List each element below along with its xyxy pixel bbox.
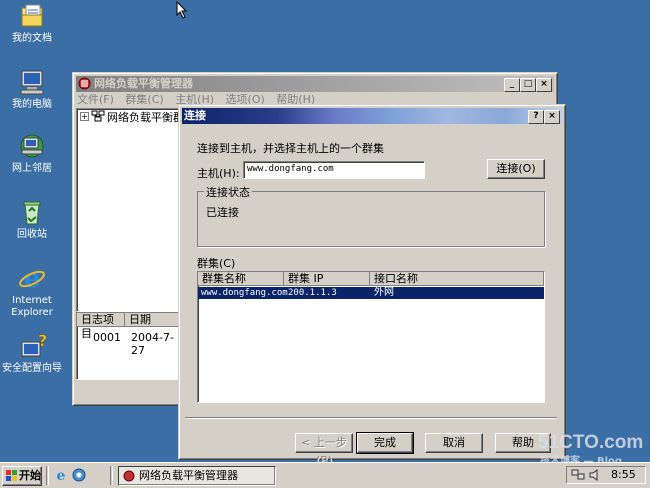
cell-interface-name: 外网: [374, 287, 394, 298]
expand-icon[interactable]: +: [80, 112, 89, 121]
clock[interactable]: 8:55: [611, 468, 636, 481]
host-field-value: www.dongfang.com: [247, 164, 334, 174]
app-icon: [78, 77, 91, 90]
watermark-line1: 51CTO.com: [538, 432, 644, 453]
log-item: 0001: [93, 331, 121, 344]
my-computer-icon: [18, 68, 46, 96]
svg-text:e: e: [24, 264, 41, 292]
desktop-icon-ie[interactable]: e Internet Explorer: [0, 264, 64, 319]
log-list[interactable]: 日志项目 日期 0001 2004-7-27: [76, 312, 180, 380]
connect-dialog[interactable]: 连接 ? × 连接到主机，并选择主机上的一个群集 主机(H): www.dong…: [178, 104, 566, 467]
windows-logo-icon: [6, 470, 18, 488]
security-wizard-icon: ?: [18, 331, 48, 360]
log-date: 2004-7-27: [131, 331, 174, 357]
minimize-button[interactable]: _: [504, 78, 520, 92]
desktop-icon-label: 网上邻居: [12, 163, 52, 174]
cluster-tree[interactable]: + 网络负载平衡群: [76, 108, 184, 312]
table-row[interactable]: www.dongfang.com 200.1.1.3 外网: [198, 287, 544, 299]
task-label: 网络负载平衡管理器: [139, 469, 238, 482]
menu-cluster[interactable]: 群集(C): [125, 93, 163, 106]
recycle-bin-icon: [18, 198, 46, 226]
connect-button[interactable]: 连接(O): [487, 159, 545, 179]
desktop-icon-label: Internet: [12, 295, 52, 306]
dialog-title: 连接: [184, 109, 206, 122]
clusters-label: 群集(C): [197, 257, 236, 270]
network-places-icon: [18, 132, 46, 160]
taskbar-task-nlb-manager[interactable]: 网络负载平衡管理器: [118, 466, 276, 486]
dialog-titlebar[interactable]: 连接 ? ×: [182, 108, 562, 124]
dialog-close-button[interactable]: ×: [544, 110, 560, 124]
taskbar: 开始 e 网络负载平衡管理器 8:55: [0, 462, 650, 488]
desktop-icon-label: 我的电脑: [12, 99, 52, 110]
desktop-icon-label: 回收站: [17, 229, 47, 240]
status-group-label: 连接状态: [204, 184, 252, 200]
column-cluster-ip[interactable]: 群集 IP: [284, 272, 370, 286]
host-label: 主机(H):: [197, 167, 240, 180]
svg-text:?: ?: [38, 332, 46, 350]
quicklaunch-explorer-icon[interactable]: [72, 468, 86, 485]
tray-speaker-icon[interactable]: [589, 469, 601, 484]
column-cluster-name[interactable]: 群集名称: [198, 272, 284, 286]
close-button[interactable]: ×: [536, 78, 552, 92]
desktop-icon-network[interactable]: 网上邻居: [0, 132, 64, 175]
system-tray: 8:55: [566, 466, 646, 484]
tree-node-label[interactable]: 网络负载平衡群: [107, 109, 184, 125]
desktop-icon-security-wizard[interactable]: ? 安全配置向导: [0, 331, 64, 375]
maximize-button[interactable]: □: [520, 78, 536, 92]
taskbar-separator: [110, 466, 113, 485]
my-documents-icon: [18, 2, 46, 30]
back-button[interactable]: < 上一步(B): [295, 433, 353, 467]
desktop-icon-recycle-bin[interactable]: 回收站: [0, 198, 64, 241]
log-col-item[interactable]: 日志项目: [77, 313, 125, 340]
desktop-icon-label: 安全配置向导: [2, 363, 62, 374]
taskbar-separator: [46, 466, 49, 485]
host-field[interactable]: www.dongfang.com: [243, 161, 425, 179]
svg-text:e: e: [57, 468, 66, 482]
manager-title: 网络负载平衡管理器: [94, 77, 193, 90]
log-col-date[interactable]: 日期: [125, 313, 179, 327]
ie-icon: e: [18, 264, 46, 294]
cancel-button[interactable]: 取消: [425, 433, 483, 453]
desktop-icon-label: 我的文档: [12, 33, 52, 44]
tray-network-icon[interactable]: [571, 469, 585, 484]
task-app-icon: [123, 470, 135, 488]
divider: [185, 417, 557, 419]
desktop-icon-my-computer[interactable]: 我的电脑: [0, 68, 64, 111]
cell-cluster-name: www.dongfang.com: [201, 288, 288, 298]
start-button[interactable]: 开始: [2, 466, 42, 486]
finish-button[interactable]: 完成: [356, 432, 414, 454]
start-label: 开始: [19, 469, 41, 482]
network-cluster-icon: [91, 110, 105, 125]
desktop-icon-my-documents[interactable]: 我的文档: [0, 2, 64, 45]
status-text: 已连接: [206, 206, 239, 219]
quicklaunch-ie-icon[interactable]: e: [54, 468, 68, 485]
cell-cluster-ip: 200.1.1.3: [288, 288, 337, 298]
manager-titlebar[interactable]: 网络负载平衡管理器 _ □ ×: [76, 76, 554, 92]
menu-file[interactable]: 文件(F): [77, 93, 114, 106]
column-interface-name[interactable]: 接口名称: [370, 272, 544, 286]
help-title-button[interactable]: ?: [528, 110, 544, 124]
desktop-icon-label: Explorer: [11, 307, 53, 318]
connection-status-group: 连接状态 已连接: [197, 184, 545, 247]
clusters-list[interactable]: 群集名称 群集 IP 接口名称 www.dongfang.com 200.1.1…: [197, 271, 545, 403]
mouse-pointer-icon: [176, 0, 188, 22]
instruction-text: 连接到主机，并选择主机上的一个群集: [197, 142, 384, 155]
